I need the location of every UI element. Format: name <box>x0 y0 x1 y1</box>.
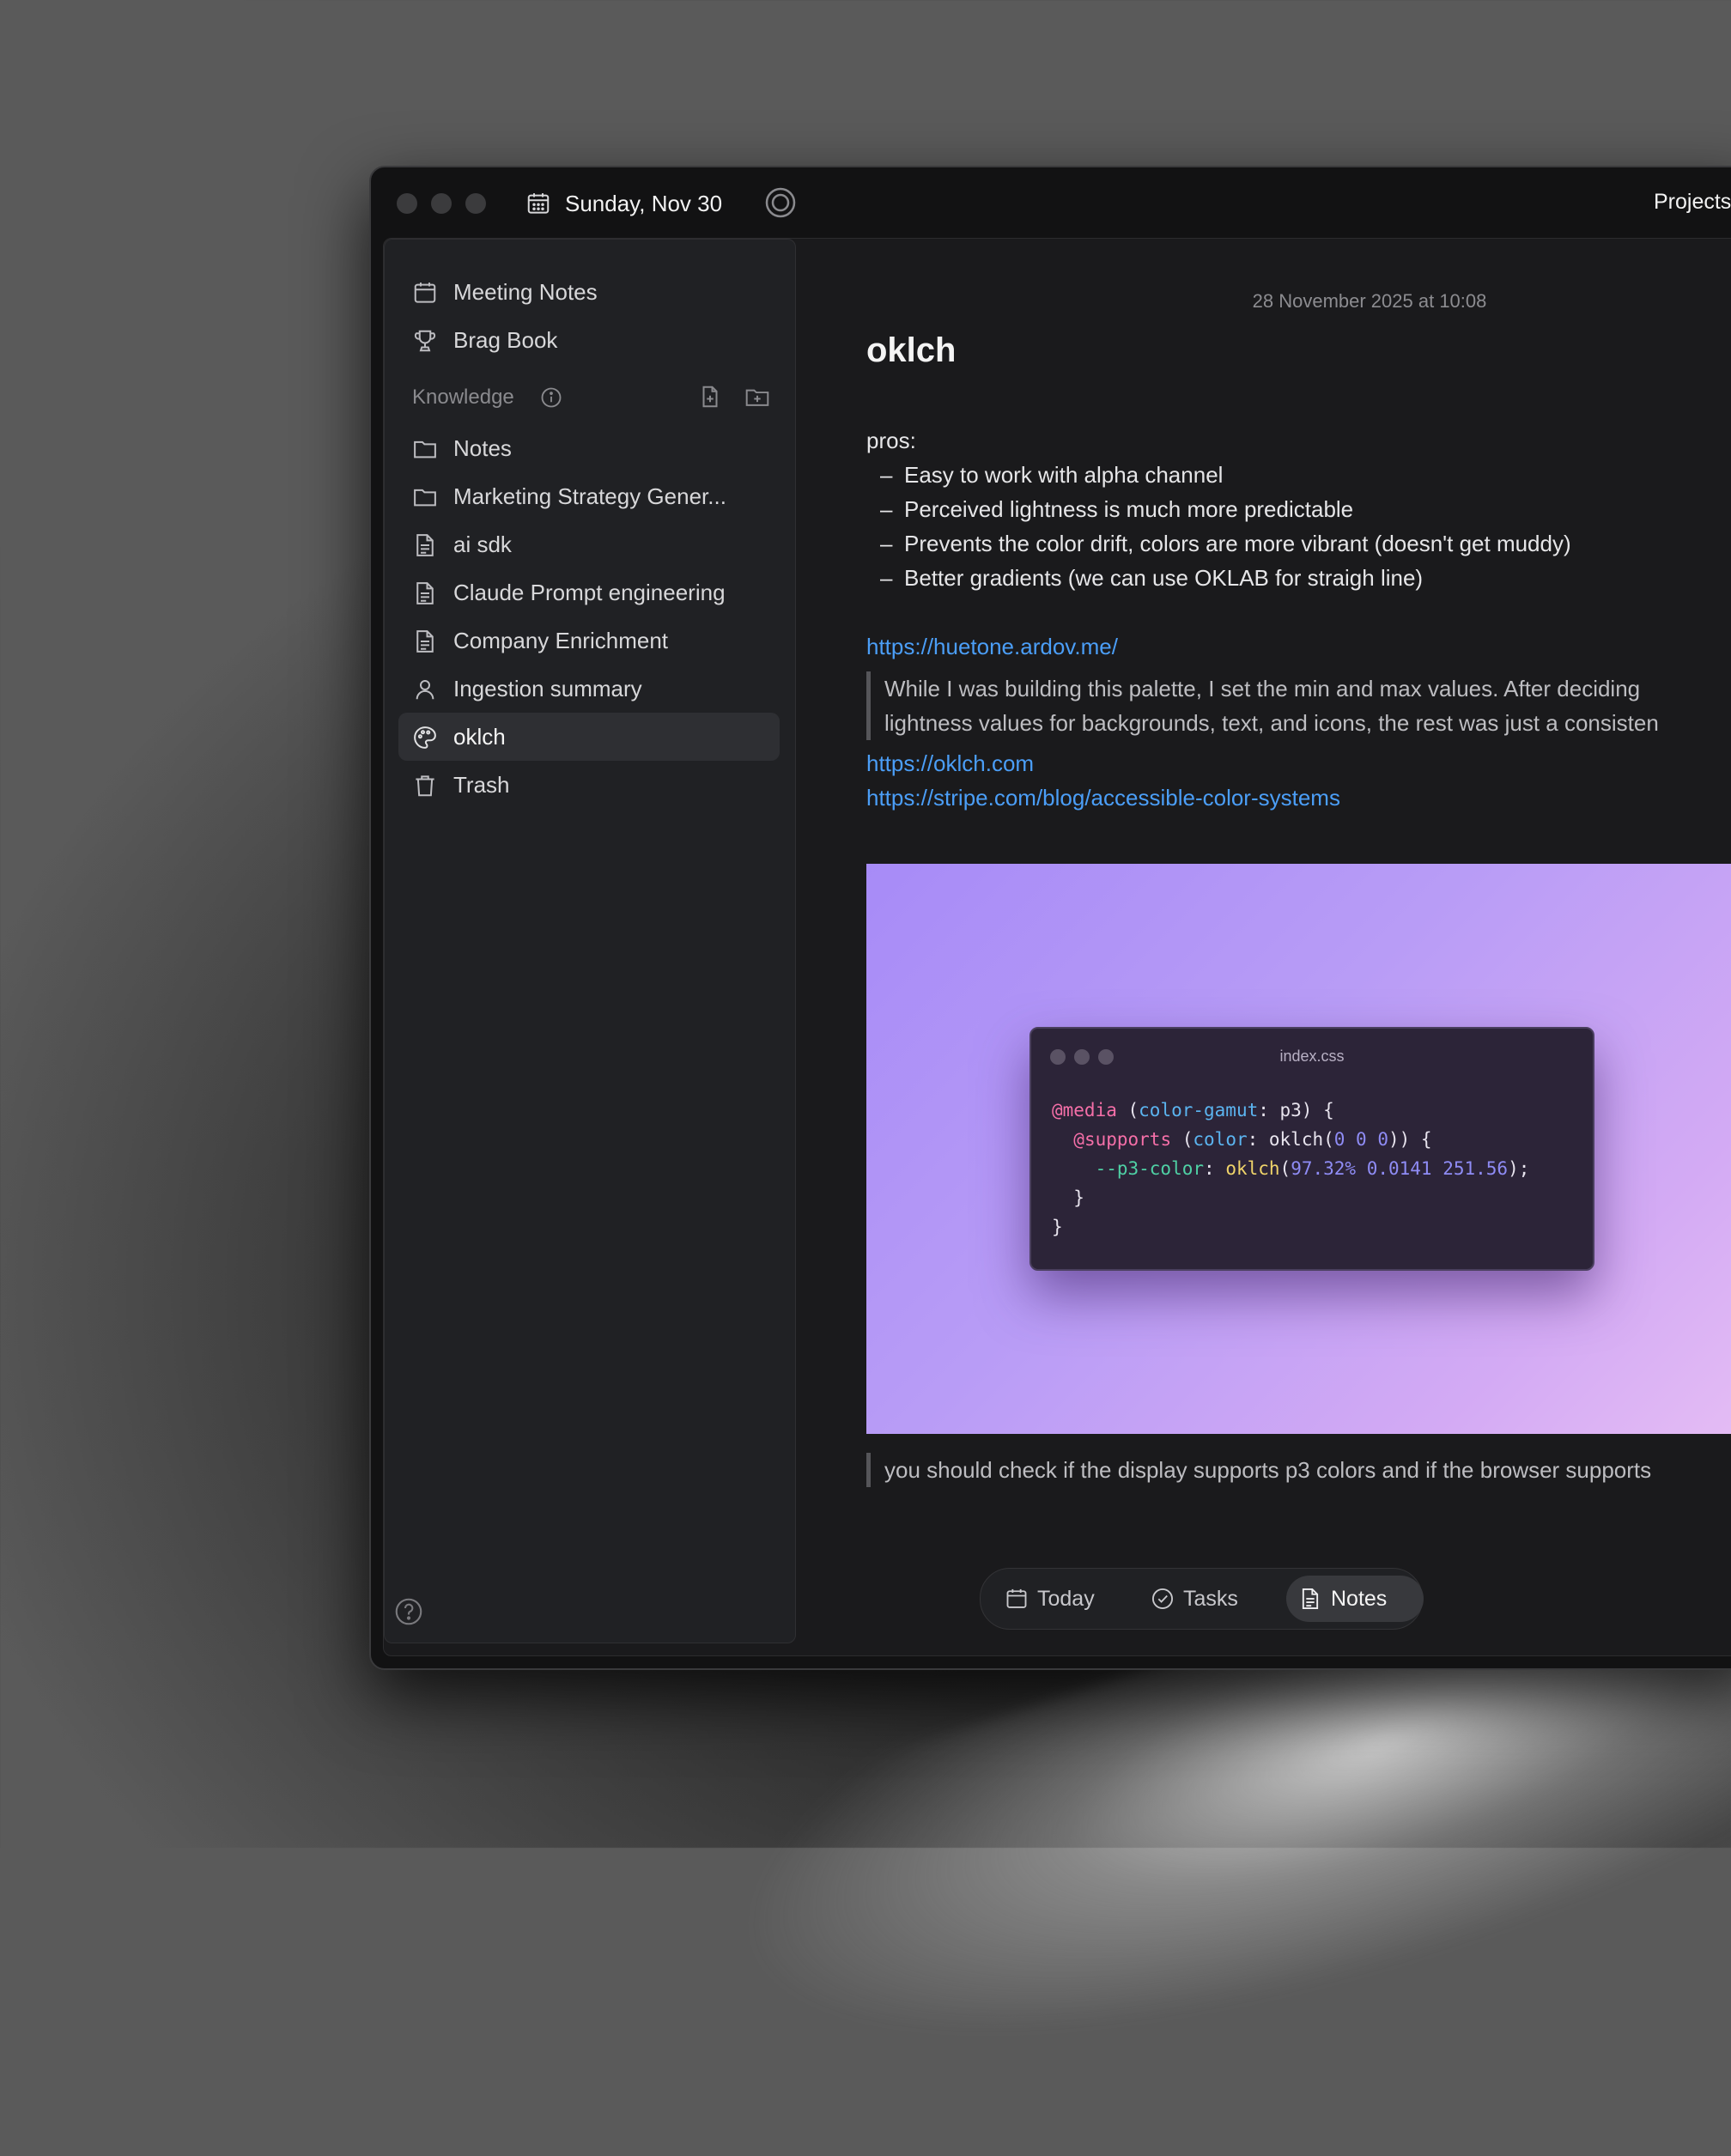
calendar-icon <box>414 282 436 303</box>
sidebar-item-trash[interactable]: Trash <box>398 761 780 809</box>
note-timestamp: 28 November 2025 at 10:08 <box>1252 290 1487 312</box>
blockquote: you should check if the display supports… <box>866 1453 1651 1487</box>
app-window: Sunday, Nov 30 Projects Meeting Notes Br… <box>369 166 1731 1670</box>
current-date: Sunday, Nov 30 <box>565 190 723 216</box>
sidebar-item-marketing-strategy[interactable]: Marketing Strategy Gener... <box>398 472 780 520</box>
zoom-window-button[interactable] <box>465 193 486 214</box>
note-editor[interactable]: 28 November 2025 at 10:08 oklch pros: – E… <box>794 239 1731 1655</box>
trash-icon <box>416 775 434 797</box>
link-stripe[interactable]: https://stripe.com/blog/accessible-color… <box>866 785 1340 811</box>
calendar-icon <box>1006 1588 1027 1608</box>
sidebar-item-claude-prompt-engineering[interactable]: Claude Prompt engineering <box>398 568 780 616</box>
info-icon[interactable] <box>539 386 563 410</box>
sidebar-item-label: Trash <box>453 771 510 798</box>
date-display[interactable]: Sunday, Nov 30 <box>525 185 722 222</box>
focus-circle-icon[interactable] <box>764 186 797 219</box>
code-filename: index.css <box>1279 1048 1345 1065</box>
palette-icon <box>414 726 436 749</box>
blockquote: While I was building this palette, I set… <box>866 671 1659 740</box>
document-icon <box>1302 1588 1319 1610</box>
projects-menu[interactable]: Projects <box>1654 190 1731 215</box>
folder-icon <box>414 489 436 507</box>
sidebar-item-notes[interactable]: Notes <box>398 424 780 472</box>
tab-label: Today <box>1037 1586 1095 1611</box>
tab-notes[interactable]: Notes <box>1286 1576 1424 1622</box>
section-label-knowledge: Knowledge <box>412 386 514 409</box>
sidebar-item-label: ai sdk <box>453 531 512 557</box>
bottom-toolbar: Today Tasks Notes <box>980 1568 1424 1630</box>
quote-line: lightness values for backgrounds, text, … <box>884 710 1659 736</box>
new-folder-icon[interactable] <box>744 384 771 410</box>
pros-label: pros: <box>866 428 916 453</box>
new-note-icon[interactable] <box>697 384 723 410</box>
sidebar-item-label: Ingestion summary <box>453 675 642 701</box>
help-icon[interactable] <box>393 1596 424 1627</box>
link-huetone[interactable]: https://huetone.ardov.me/ <box>866 634 1118 660</box>
minimize-window-button[interactable] <box>431 193 452 214</box>
tab-tasks[interactable]: Tasks <box>1139 1576 1271 1622</box>
sidebar-item-company-enrichment[interactable]: Company Enrichment <box>398 616 780 665</box>
document-icon <box>416 534 434 556</box>
folder-icon <box>414 440 436 459</box>
close-window-button[interactable] <box>397 193 417 214</box>
document-icon <box>416 630 434 653</box>
calendar-icon <box>527 193 550 214</box>
sidebar-item-ai-sdk[interactable]: ai sdk <box>398 520 780 568</box>
embedded-image[interactable]: index.css @media (color-gamut: p3) { @su… <box>866 864 1731 1434</box>
sidebar: Meeting Notes Brag Book Knowledge Notes … <box>384 239 796 1643</box>
document-icon <box>416 582 434 604</box>
quote-line: While I was building this palette, I set… <box>884 676 1641 701</box>
sidebar-item-label: Marketing Strategy Gener... <box>453 483 726 509</box>
sidebar-item-label: Meeting Notes <box>453 278 598 305</box>
tab-label: Tasks <box>1183 1586 1238 1611</box>
sidebar-item-label: oklch <box>453 723 506 750</box>
sidebar-item-label: Notes <box>453 434 512 461</box>
note-title[interactable]: oklch <box>866 331 956 370</box>
titlebar: Sunday, Nov 30 Projects <box>371 167 1731 238</box>
check-circle-icon <box>1151 1588 1174 1610</box>
trophy-icon <box>414 330 436 352</box>
person-icon <box>416 680 434 700</box>
sidebar-item-label: Company Enrichment <box>453 627 668 653</box>
sidebar-item-meeting-notes[interactable]: Meeting Notes <box>398 268 780 316</box>
sidebar-item-oklch[interactable]: oklch <box>398 713 780 761</box>
sidebar-item-label: Claude Prompt engineering <box>453 579 726 605</box>
code-block: @media (color-gamut: p3) { @supports (co… <box>1052 1100 1530 1237</box>
sidebar-item-brag-book[interactable]: Brag Book <box>398 316 780 364</box>
link-oklch[interactable]: https://oklch.com <box>866 750 1034 777</box>
sidebar-item-label: Brag Book <box>453 326 558 353</box>
sidebar-item-ingestion-summary[interactable]: Ingestion summary <box>398 665 780 713</box>
tab-label: Notes <box>1331 1586 1388 1611</box>
tab-today[interactable]: Today <box>993 1576 1125 1622</box>
code-window: index.css @media (color-gamut: p3) { @su… <box>1029 1027 1594 1271</box>
quote-line: you should check if the display supports… <box>884 1457 1652 1483</box>
main-area: Meeting Notes Brag Book Knowledge Notes … <box>383 238 1731 1656</box>
